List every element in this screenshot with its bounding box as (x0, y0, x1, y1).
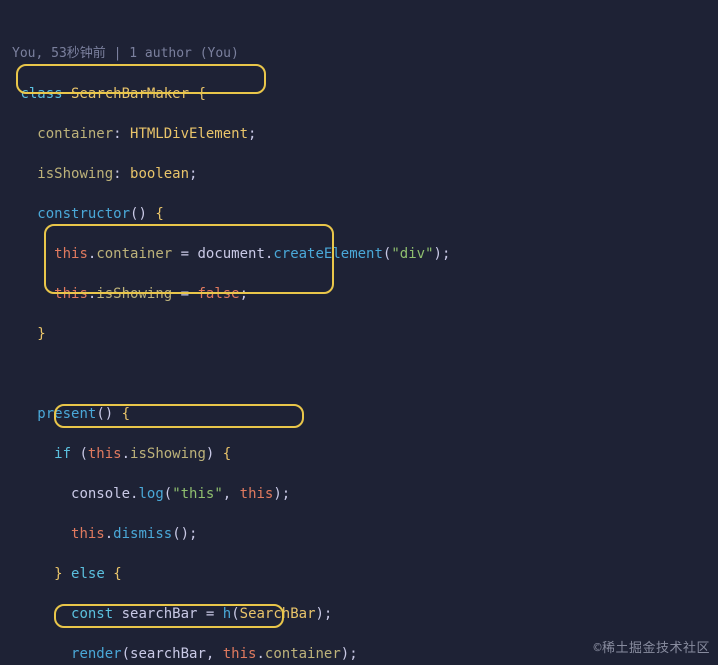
method-present: present (37, 406, 96, 422)
code-line[interactable]: this.dismiss(); (12, 524, 718, 544)
keyword-class: class (20, 86, 62, 102)
code-line[interactable]: present() { (12, 404, 718, 424)
codelens-author: You, 53秒钟前 | 1 author (You) (12, 44, 718, 64)
code-line[interactable]: const searchBar = h(SearchBar); (12, 604, 718, 624)
code-line[interactable]: this.isShowing = false; (12, 284, 718, 304)
code-line[interactable]: } (12, 324, 718, 344)
code-line[interactable] (12, 364, 718, 384)
code-line[interactable]: isShowing: boolean; (12, 164, 718, 184)
field-isShowing: isShowing (37, 166, 113, 182)
watermark-text: ©稀土掘金技术社区 (594, 639, 710, 659)
code-line[interactable]: constructor() { (12, 204, 718, 224)
method-constructor: constructor (37, 206, 130, 222)
code-line[interactable]: container: HTMLDivElement; (12, 124, 718, 144)
type-div: HTMLDivElement (130, 126, 248, 142)
code-line[interactable]: console.log("this", this); (12, 484, 718, 504)
type-bool: boolean (130, 166, 189, 182)
field-container: container (37, 126, 113, 142)
code-line[interactable]: if (this.isShowing) { (12, 444, 718, 464)
class-name: SearchBarMaker (71, 86, 189, 102)
code-line[interactable]: } else { (12, 564, 718, 584)
code-line[interactable]: class SearchBarMaker { (12, 84, 718, 104)
code-editor[interactable]: You, 53秒钟前 | 1 author (You) class Search… (0, 0, 718, 665)
code-line[interactable]: this.container = document.createElement(… (12, 244, 718, 264)
